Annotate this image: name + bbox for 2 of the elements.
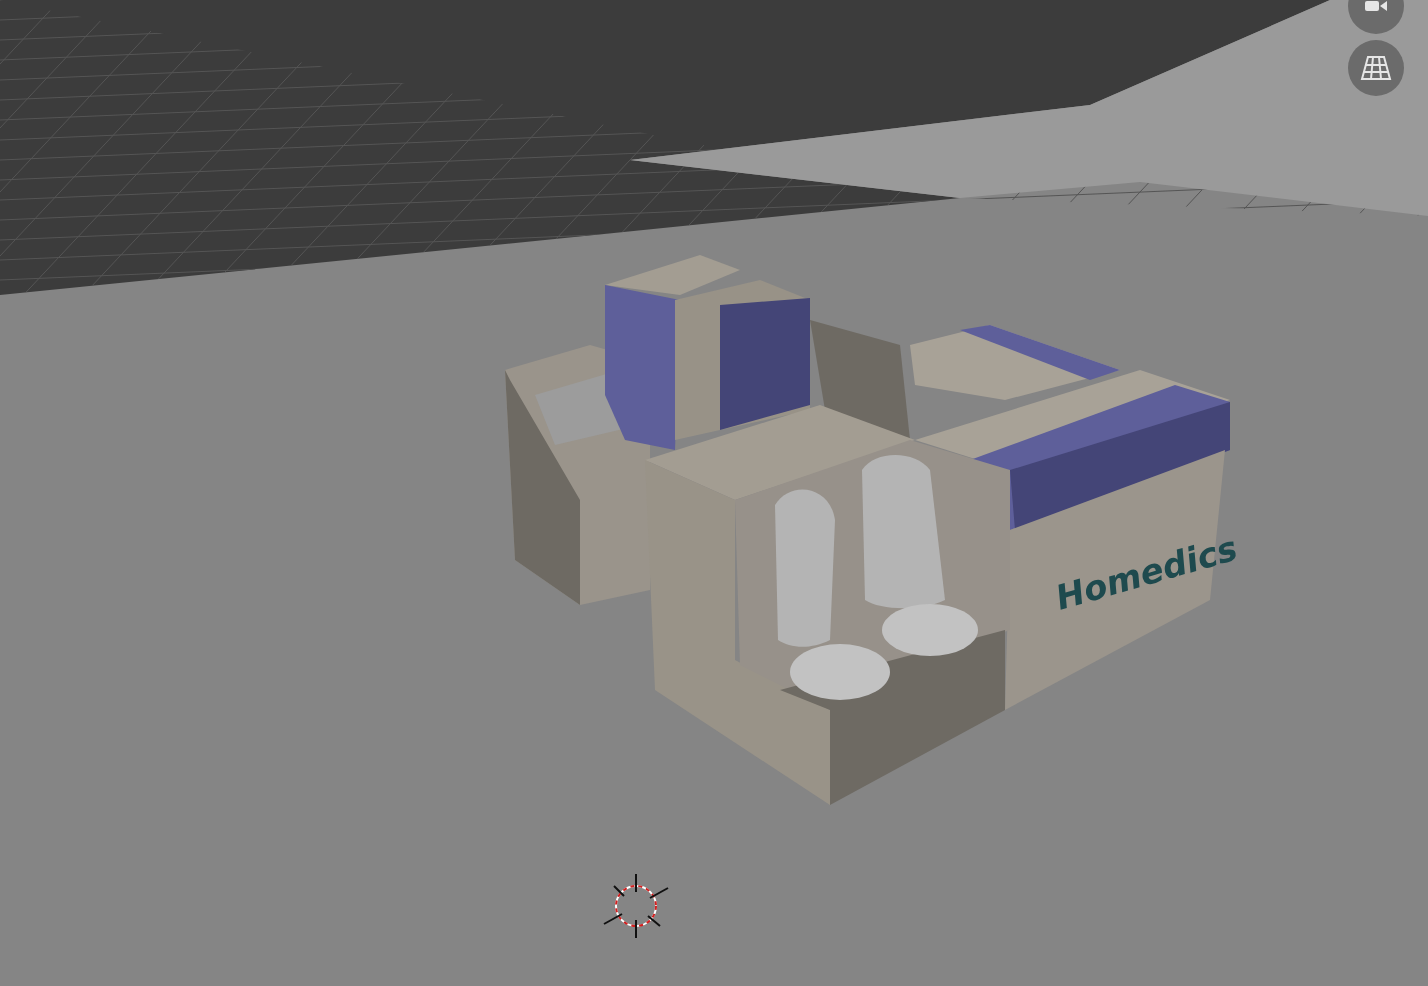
grid-plane-icon (1360, 55, 1392, 81)
3d-cursor-icon (603, 873, 669, 939)
